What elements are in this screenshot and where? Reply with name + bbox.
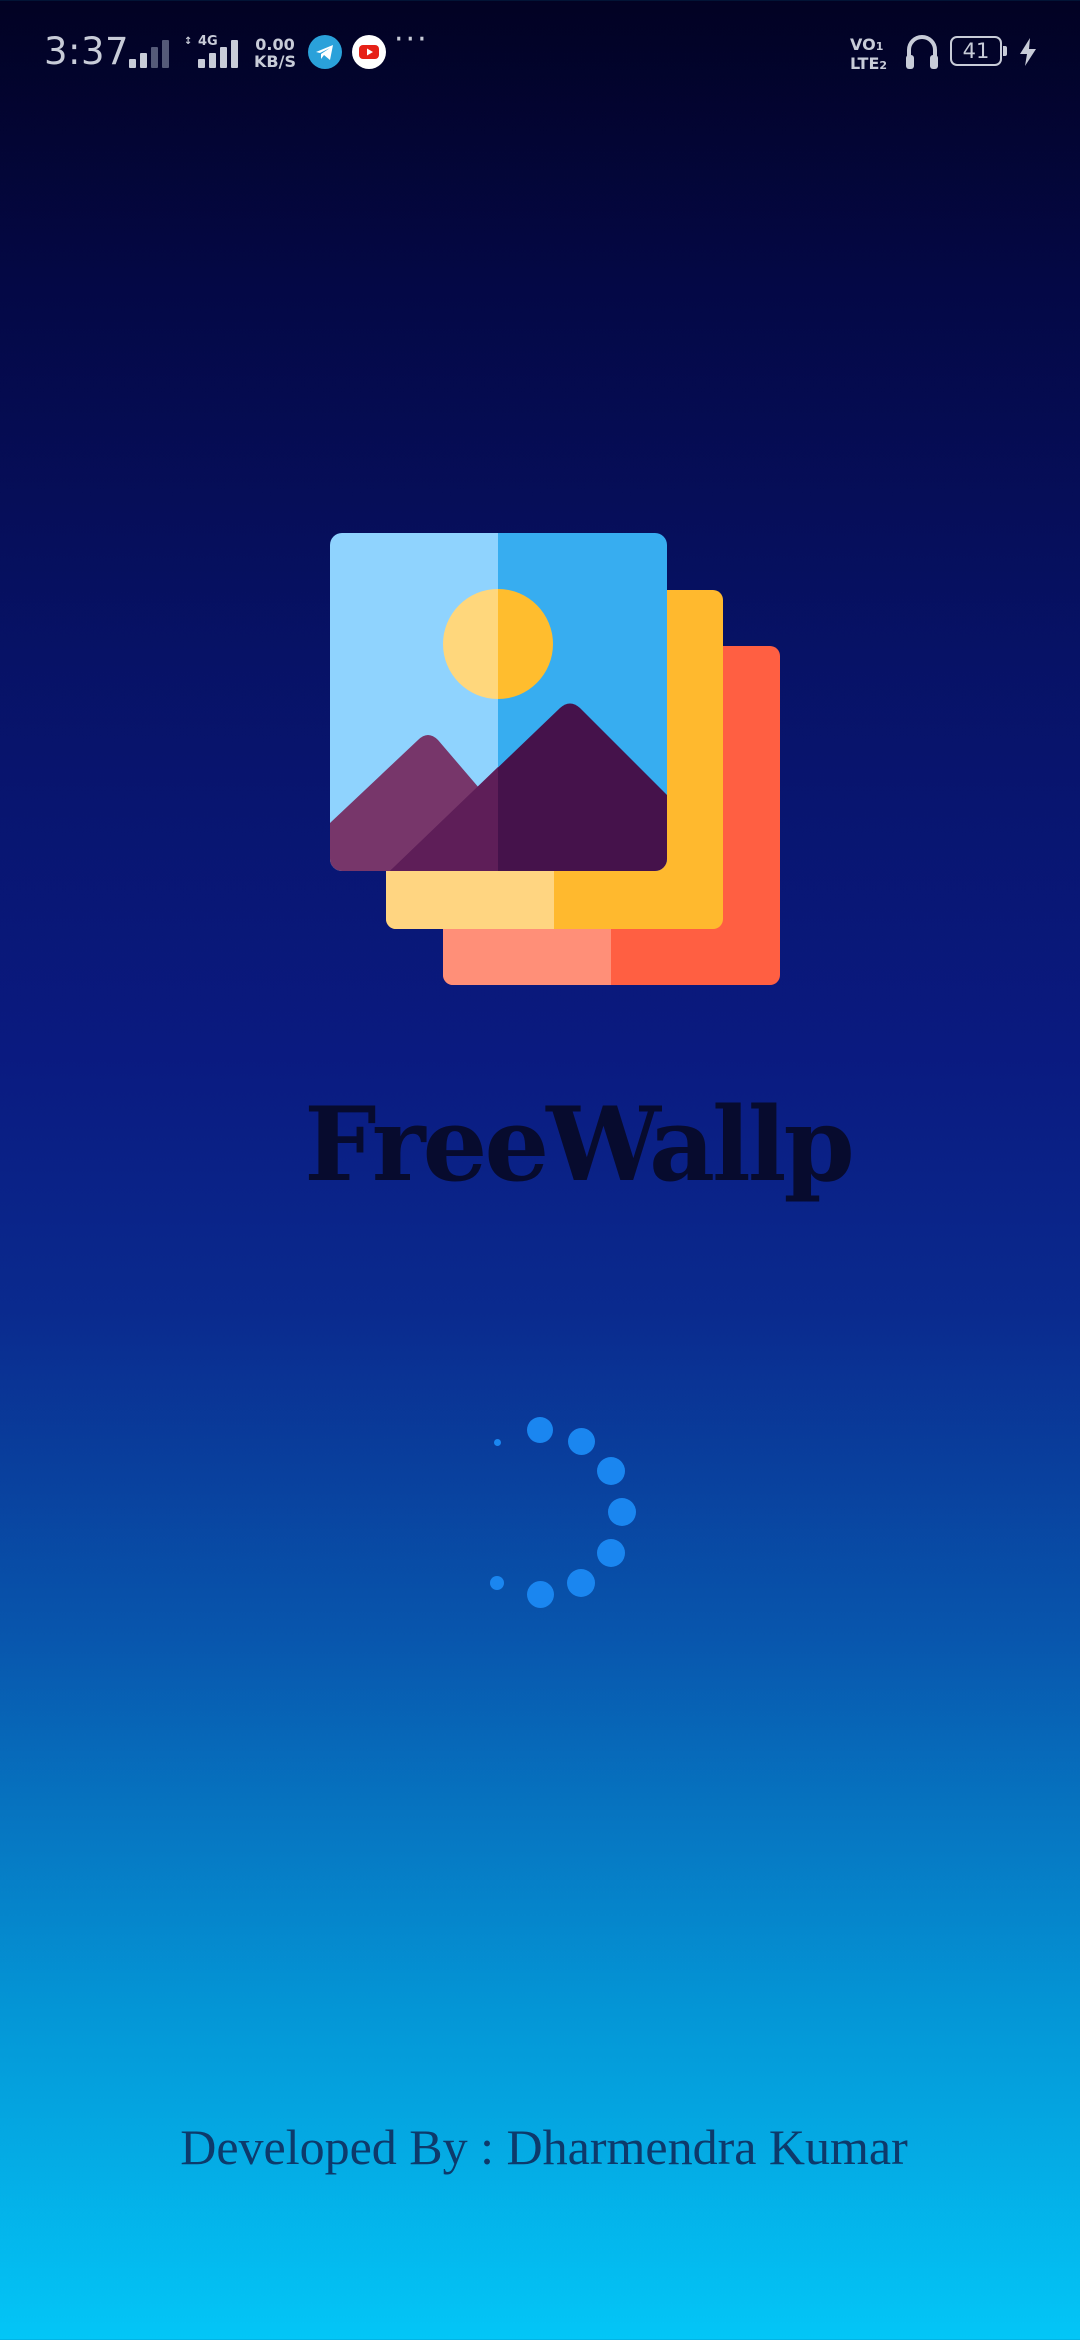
loader-dot bbox=[567, 1569, 595, 1597]
loader-dot bbox=[608, 1498, 636, 1526]
headset-icon bbox=[903, 32, 941, 76]
app-logo-icon bbox=[330, 533, 780, 985]
signal-strength-icon-sim1 bbox=[129, 38, 169, 68]
app-title: FreeWallp bbox=[304, 1085, 855, 1205]
charging-icon bbox=[1018, 38, 1038, 70]
loader-dot bbox=[490, 1576, 504, 1590]
loader-dot bbox=[567, 1427, 595, 1455]
more-notifications-icon: ··· bbox=[394, 22, 429, 57]
loader-dot bbox=[527, 1417, 553, 1443]
status-time: 3:37 bbox=[44, 30, 130, 73]
logo-front-frame bbox=[330, 533, 667, 871]
loader-dot bbox=[597, 1539, 625, 1567]
data-speed-indicator: 0.00 KB/S bbox=[254, 35, 296, 71]
signal-strength-icon-sim2 bbox=[198, 38, 238, 68]
developer-credit: Developed By : Dharmendra Kumar bbox=[180, 2119, 908, 2175]
volte-indicator: VO1 LTE2 bbox=[850, 35, 888, 73]
telegram-icon bbox=[308, 35, 342, 69]
youtube-icon bbox=[352, 35, 386, 69]
battery-icon: 41 bbox=[950, 36, 1007, 66]
loader-dot bbox=[597, 1457, 625, 1485]
loader-dot bbox=[526, 1580, 554, 1608]
loader-dot bbox=[493, 1438, 501, 1446]
status-bar: 3:37 ↕ 4G 0.00 KB/S ··· VO1 LTE2 41 bbox=[0, 0, 1080, 108]
